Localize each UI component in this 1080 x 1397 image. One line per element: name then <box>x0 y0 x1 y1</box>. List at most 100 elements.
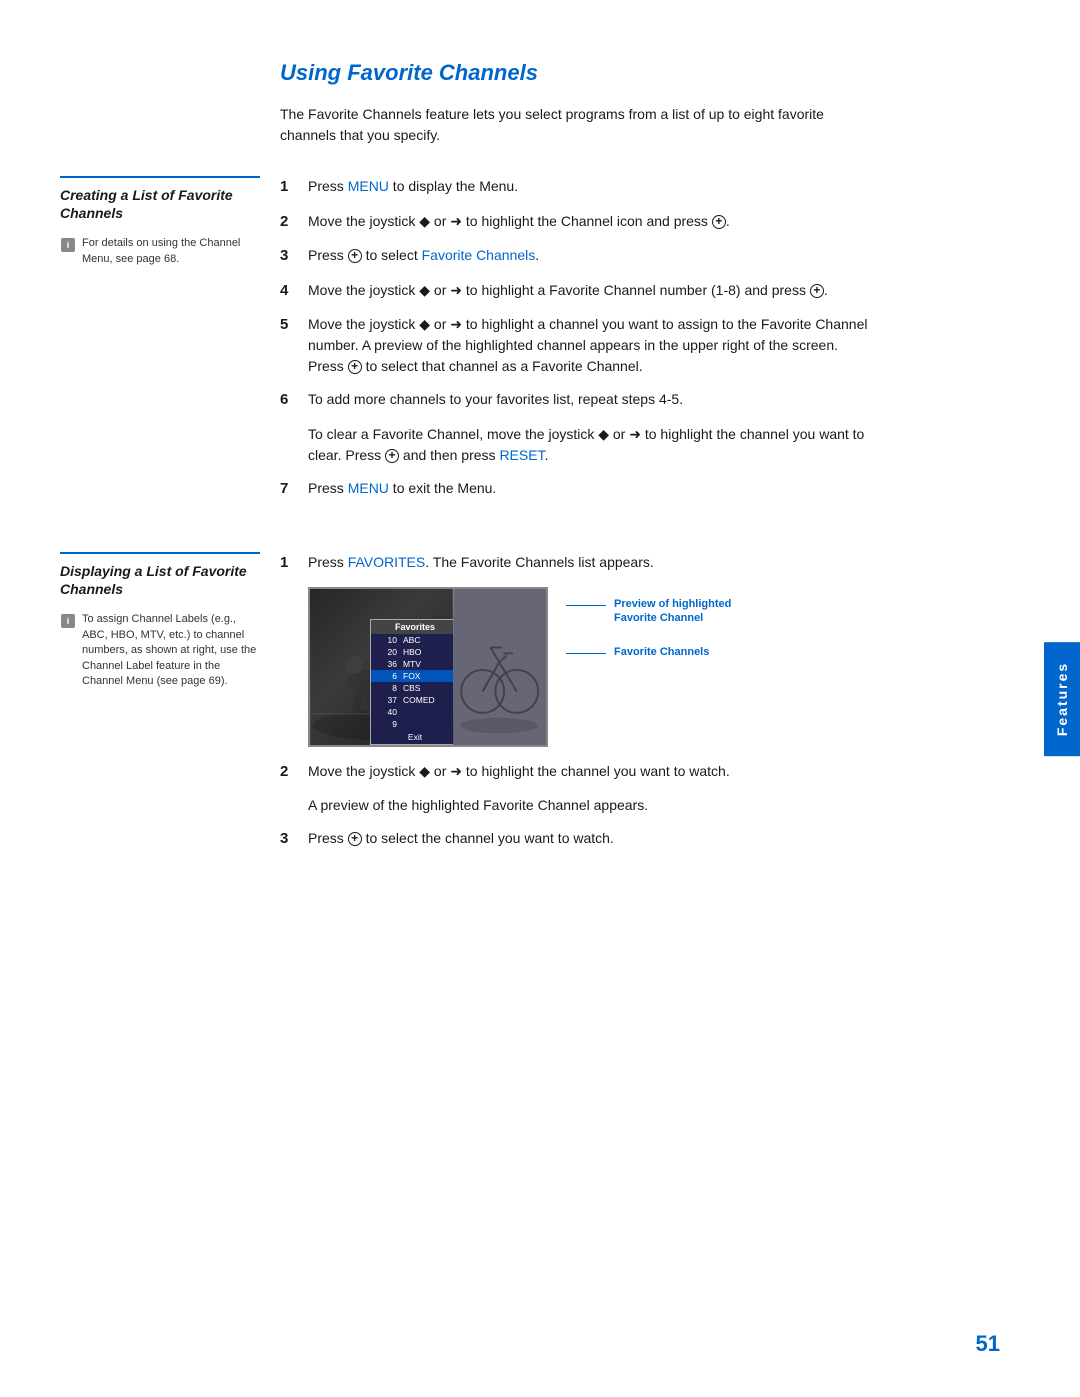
step-1-2-num: 2 <box>280 211 296 234</box>
sub-note-clear: To clear a Favorite Channel, move the jo… <box>308 424 868 466</box>
fav-label-cbs: CBS <box>403 683 420 693</box>
circle-plus-1: + <box>712 215 726 229</box>
fav-row-40: 40 <box>371 706 453 718</box>
step-2-2-text: Move the joystick ◆ or ➜ to highlight th… <box>308 761 868 782</box>
fav-num-8: 8 <box>377 683 397 693</box>
fav-header: Favorites <box>371 620 453 634</box>
note-icon: i <box>60 237 76 253</box>
favorite-channels-keyword: Favorite Channels <box>422 247 536 263</box>
step-1-1: 1 Press MENU to display the Menu. <box>280 176 1020 199</box>
fav-num-36: 36 <box>377 659 397 669</box>
fav-label-fox: FOX <box>403 671 420 681</box>
annotation-preview-text: Preview of highlighted Favorite Channel <box>614 597 746 626</box>
screenshot-annotations: Preview of highlighted Favorite Channel … <box>566 587 746 660</box>
features-tab-wrapper: Features <box>1044 641 1080 755</box>
section1-note-text: For details on using the Channel Menu, s… <box>82 236 260 267</box>
step-1-6: 6 To add more channels to your favorites… <box>280 389 1020 412</box>
svg-text:i: i <box>67 616 70 626</box>
section1-heading: Creating a List of Favorite Channels <box>60 176 260 222</box>
step-1-5: 5 Move the joystick ◆ or ➜ to highlight … <box>280 314 1020 377</box>
step-1-4-num: 4 <box>280 280 296 303</box>
steps-list-2b: 2 Move the joystick ◆ or ➜ to highlight … <box>280 761 1020 784</box>
fav-label-mtv: MTV <box>403 659 421 669</box>
step-1-1-num: 1 <box>280 176 296 199</box>
step-1-4-text: Move the joystick ◆ or ➜ to highlight a … <box>308 280 868 301</box>
circle-plus-6: + <box>348 832 362 846</box>
fav-row-20: 20 HBO <box>371 646 453 658</box>
steps-list-1: 1 Press MENU to display the Menu. 2 Move… <box>280 176 1020 412</box>
steps-list-1b: 7 Press MENU to exit the Menu. <box>280 478 1020 501</box>
step-2-1-text: Press FAVORITES. The Favorite Channels l… <box>308 552 868 573</box>
tv-left-panel: Favorites 10 ABC 20 HBO <box>310 589 453 745</box>
tv-screenshot: Favorites 10 ABC 20 HBO <box>308 587 548 747</box>
steps-list-2c: 3 Press + to select the channel you want… <box>280 828 1020 851</box>
section-displaying-left: Displaying a List of Favorite Channels i… <box>60 552 280 863</box>
fav-num-10: 10 <box>377 635 397 645</box>
circle-plus-3: + <box>810 284 824 298</box>
annotation-preview: Preview of highlighted Favorite Channel <box>566 597 746 626</box>
step-2-3: 3 Press + to select the channel you want… <box>280 828 1020 851</box>
step-2-1: 1 Press FAVORITES. The Favorite Channels… <box>280 552 1020 575</box>
step-1-6-num: 6 <box>280 389 296 412</box>
annotation-line-1 <box>566 605 606 606</box>
step-1-1-text: Press MENU to display the Menu. <box>308 176 868 197</box>
step-1-5-num: 5 <box>280 314 296 337</box>
fav-label-comed: COMED <box>403 695 435 705</box>
page-title: Using Favorite Channels <box>280 60 1020 86</box>
step-1-7-text: Press MENU to exit the Menu. <box>308 478 868 499</box>
section-creating: Creating a List of Favorite Channels i F… <box>60 176 1020 512</box>
circle-plus-5: + <box>385 449 399 463</box>
fav-exit: Exit <box>371 730 453 744</box>
intro-text: The Favorite Channels feature lets you s… <box>280 104 880 146</box>
step-1-6-text: To add more channels to your favorites l… <box>308 389 868 410</box>
fav-label-abc: ABC <box>403 635 420 645</box>
section-displaying: Displaying a List of Favorite Channels i… <box>60 552 1020 863</box>
step-1-3: 3 Press + to select Favorite Channels. <box>280 245 1020 268</box>
step-1-7: 7 Press MENU to exit the Menu. <box>280 478 1020 501</box>
section2-note: i To assign Channel Labels (e.g., ABC, H… <box>60 612 260 689</box>
section2-note-text: To assign Channel Labels (e.g., ABC, HBO… <box>82 612 260 689</box>
step-1-2-text: Move the joystick ◆ or ➜ to highlight th… <box>308 211 868 232</box>
fav-row-8: 8 CBS <box>371 682 453 694</box>
section1-steps: 1 Press MENU to display the Menu. 2 Move… <box>280 176 1020 512</box>
content-area: Creating a List of Favorite Channels i F… <box>60 176 1020 863</box>
favorites-overlay: Favorites 10 ABC 20 HBO <box>370 619 453 745</box>
fav-label-hbo: HBO <box>403 647 421 657</box>
fav-row-6: 6 FOX <box>371 670 453 682</box>
note-icon-2: i <box>60 613 76 629</box>
annotation-line-2 <box>566 653 606 654</box>
step-2-2: 2 Move the joystick ◆ or ➜ to highlight … <box>280 761 1020 784</box>
features-tab: Features <box>1044 641 1080 755</box>
tv-screenshot-container: Favorites 10 ABC 20 HBO <box>308 587 548 747</box>
menu-keyword-2: MENU <box>348 480 389 496</box>
step-1-3-text: Press + to select Favorite Channels. <box>308 245 868 266</box>
annotation-favorites-text: Favorite Channels <box>614 645 709 659</box>
step-1-7-num: 7 <box>280 478 296 501</box>
step-1-2: 2 Move the joystick ◆ or ➜ to highlight … <box>280 211 1020 234</box>
favorites-image-section: Favorites 10 ABC 20 HBO <box>308 587 1020 747</box>
fav-row-37: 37 COMED <box>371 694 453 706</box>
steps-list-2: 1 Press FAVORITES. The Favorite Channels… <box>280 552 1020 575</box>
page-number: 51 <box>976 1331 1000 1357</box>
favorites-keyword: FAVORITES <box>348 554 426 570</box>
section-creating-left: Creating a List of Favorite Channels i F… <box>60 176 280 512</box>
tv-right-panel <box>453 589 546 745</box>
fav-row-36: 36 MTV <box>371 658 453 670</box>
fav-row-10: 10 ABC <box>371 634 453 646</box>
fav-num-9: 9 <box>377 719 397 729</box>
svg-text:i: i <box>67 240 70 250</box>
fav-num-37: 37 <box>377 695 397 705</box>
section2-heading: Displaying a List of Favorite Channels <box>60 552 260 598</box>
step-1-3-num: 3 <box>280 245 296 268</box>
step-2-1-num: 1 <box>280 552 296 575</box>
step-2-3-text: Press + to select the channel you want t… <box>308 828 868 849</box>
section1-note: i For details on using the Channel Menu,… <box>60 236 260 267</box>
fav-num-6: 6 <box>377 671 397 681</box>
annotation-favorites: Favorite Channels <box>566 645 746 659</box>
step-2-2-num: 2 <box>280 761 296 784</box>
step-1-4: 4 Move the joystick ◆ or ➜ to highlight … <box>280 280 1020 303</box>
step-1-5-text: Move the joystick ◆ or ➜ to highlight a … <box>308 314 868 377</box>
section2-steps: 1 Press FAVORITES. The Favorite Channels… <box>280 552 1020 863</box>
menu-keyword-1: MENU <box>348 178 389 194</box>
fav-num-20: 20 <box>377 647 397 657</box>
